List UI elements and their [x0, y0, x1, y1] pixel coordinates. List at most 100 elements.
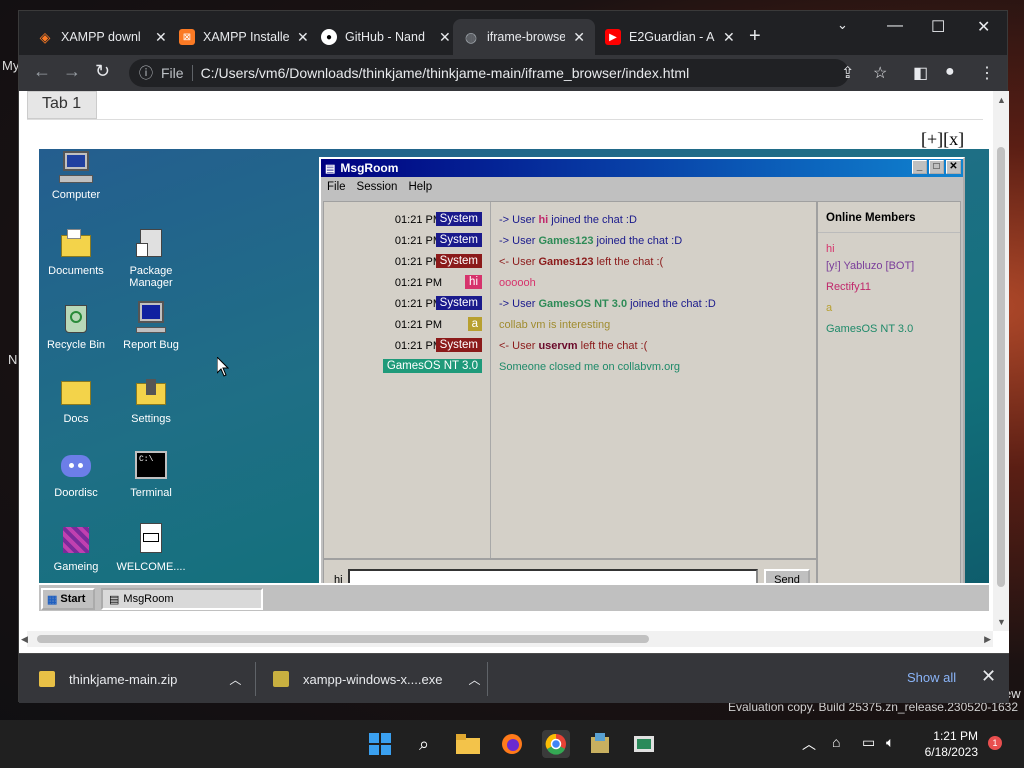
- close-icon[interactable]: ✕: [723, 29, 735, 46]
- username-badge[interactable]: a: [467, 317, 482, 331]
- username-badge[interactable]: System: [435, 233, 482, 247]
- download-name: xampp-windows-x....exe: [303, 671, 443, 687]
- menu-file[interactable]: File: [327, 181, 346, 193]
- scroll-thumb[interactable]: [37, 635, 649, 643]
- desktop-icon-gameing[interactable]: Gameing: [39, 523, 113, 573]
- member-item[interactable]: Rectify11: [818, 275, 960, 296]
- share-icon[interactable]: ⇪: [841, 63, 854, 83]
- desktop-icon-recycle-bin[interactable]: Recycle Bin: [39, 301, 113, 351]
- address-bar[interactable]: ⓘ File C:/Users/vm6/Downloads/thinkjame/…: [129, 59, 849, 87]
- close-icon[interactable]: ✕: [573, 29, 585, 46]
- start-button[interactable]: ▦ Start: [41, 588, 95, 610]
- browser-tab[interactable]: ◈ XAMPP downl ✕: [27, 19, 177, 55]
- tab-1[interactable]: Tab 1: [27, 91, 97, 119]
- minimize-icon[interactable]: —: [887, 17, 903, 35]
- desktop-icon-report-bug[interactable]: Report Bug: [114, 301, 188, 351]
- close-icon[interactable]: ✕: [439, 29, 451, 46]
- desktop-icon-package-manager[interactable]: Package Manager: [114, 227, 188, 289]
- scroll-up-icon[interactable]: ▲: [997, 95, 1006, 105]
- minimize-icon[interactable]: _: [912, 160, 927, 174]
- download-item[interactable]: thinkjame-main.zip ︿: [39, 654, 241, 704]
- info-icon[interactable]: ⓘ: [139, 63, 153, 83]
- download-item[interactable]: xampp-windows-x....exe ︿: [273, 654, 480, 704]
- desktop-icon-computer[interactable]: Computer: [39, 151, 113, 201]
- display-icon[interactable]: ▭: [862, 734, 875, 751]
- desktop-icon-documents[interactable]: Documents: [39, 227, 113, 277]
- forward-icon[interactable]: →: [63, 61, 81, 82]
- desktop-icon-welcome[interactable]: M WELCOME....: [114, 523, 188, 573]
- browser-tab-active[interactable]: ◍ iframe-browse ✕: [453, 19, 595, 55]
- desktop-icon-doordisc[interactable]: Doordisc: [39, 449, 113, 499]
- username-badge[interactable]: System: [435, 338, 482, 352]
- windows-start-icon[interactable]: [366, 730, 394, 758]
- installer-app-icon[interactable]: [586, 730, 614, 758]
- browser-tab[interactable]: ● GitHub - Nand ✕: [311, 19, 461, 55]
- scroll-thumb[interactable]: [997, 147, 1005, 587]
- file-explorer-icon[interactable]: [454, 730, 482, 758]
- frame-controls[interactable]: [+][x]: [921, 129, 964, 150]
- chat-log[interactable]: 01:21 PM System -> User hi joined the chat…: [323, 201, 817, 559]
- close-icon[interactable]: ✕: [297, 29, 309, 46]
- page-content: Tab 1 [+][x] Computer Documents Package …: [19, 91, 1009, 653]
- chevron-up-icon[interactable]: ︿: [229, 671, 241, 688]
- scroll-right-icon[interactable]: ▶: [984, 634, 991, 645]
- username-badge[interactable]: GamesOS NT 3.0: [382, 359, 482, 373]
- close-window-icon[interactable]: ✕: [977, 17, 990, 37]
- chat-message-row: 01:21 PM hi oooooh: [324, 273, 818, 294]
- username-badge[interactable]: System: [435, 212, 482, 226]
- member-item[interactable]: a: [818, 296, 960, 317]
- network-icon[interactable]: ⌂: [832, 734, 840, 750]
- vm-screen[interactable]: Computer Documents Package Manager Recyc…: [39, 149, 989, 611]
- new-tab-icon[interactable]: +: [749, 25, 761, 48]
- message-body: joined the chat :D: [593, 235, 683, 247]
- back-icon[interactable]: ←: [33, 61, 51, 82]
- menu-session[interactable]: Session: [357, 181, 398, 193]
- profile-icon[interactable]: ●: [945, 63, 955, 81]
- close-icon[interactable]: ✕: [981, 666, 996, 687]
- chevron-up-icon[interactable]: ︿: [802, 734, 816, 754]
- chat-message-row: 01:21 PM System -> User hi joined the chat…: [324, 210, 818, 231]
- menu-kebab-icon[interactable]: ⋮: [979, 63, 995, 83]
- firefox-icon[interactable]: [498, 730, 526, 758]
- vm-app-icon[interactable]: [630, 730, 658, 758]
- member-item[interactable]: GamesOS NT 3.0: [818, 317, 960, 338]
- scroll-left-icon[interactable]: ◀: [21, 634, 28, 645]
- username-badge[interactable]: System: [435, 296, 482, 310]
- chrome-icon[interactable]: [542, 730, 570, 758]
- reload-icon[interactable]: ↻: [95, 61, 110, 82]
- show-all-link[interactable]: Show all: [907, 670, 956, 685]
- computer-icon: [59, 151, 93, 185]
- notification-badge[interactable]: 1: [988, 736, 1002, 750]
- close-icon[interactable]: ✕: [946, 160, 961, 174]
- tab-title: iframe-browse: [487, 30, 566, 44]
- desktop-icon-docs[interactable]: Docs: [39, 375, 113, 425]
- bookmark-star-icon[interactable]: ☆: [873, 63, 887, 83]
- side-panel-icon[interactable]: ◧: [913, 63, 928, 83]
- desktop-icon-settings[interactable]: Settings: [114, 375, 188, 425]
- vertical-scrollbar[interactable]: ▲ ▼: [993, 91, 1009, 631]
- members-header: Online Members: [818, 202, 960, 233]
- username-badge[interactable]: System: [435, 254, 482, 268]
- system-clock[interactable]: 1:21 PM 6/18/2023: [912, 728, 978, 760]
- scroll-down-icon[interactable]: ▼: [997, 617, 1006, 627]
- browser-tab[interactable]: ▶ E2Guardian - A ✕: [595, 19, 745, 55]
- member-item[interactable]: hi: [818, 233, 960, 255]
- url-text[interactable]: C:/Users/vm6/Downloads/thinkjame/thinkja…: [201, 65, 690, 81]
- volume-icon[interactable]: 🔈︎: [886, 734, 894, 751]
- horizontal-scrollbar[interactable]: ◀ ▶: [21, 631, 993, 647]
- browser-tab[interactable]: ⊠ XAMPP Installe ✕: [169, 19, 319, 55]
- close-icon[interactable]: ✕: [155, 29, 167, 46]
- maximize-icon[interactable]: ☐: [931, 17, 945, 37]
- maximize-icon[interactable]: □: [929, 160, 944, 174]
- clock-date: 6/18/2023: [924, 745, 978, 759]
- desktop-icon-terminal[interactable]: C:\ Terminal: [114, 449, 188, 499]
- msgroom-titlebar[interactable]: ▤ MsgRoom _ □ ✕: [321, 159, 963, 177]
- chevron-up-icon[interactable]: ︿: [468, 671, 480, 688]
- tab-search-chevron-icon[interactable]: ⌄: [837, 17, 848, 33]
- taskbar-item-msgroom[interactable]: ▤ MsgRoom: [101, 588, 263, 610]
- username-badge[interactable]: hi: [465, 275, 482, 289]
- search-icon[interactable]: ⌕: [410, 730, 438, 758]
- terminal-icon: C:\: [134, 449, 168, 483]
- member-item[interactable]: [y!] Yabluzo [BOT]: [818, 254, 960, 275]
- menu-help[interactable]: Help: [408, 181, 432, 193]
